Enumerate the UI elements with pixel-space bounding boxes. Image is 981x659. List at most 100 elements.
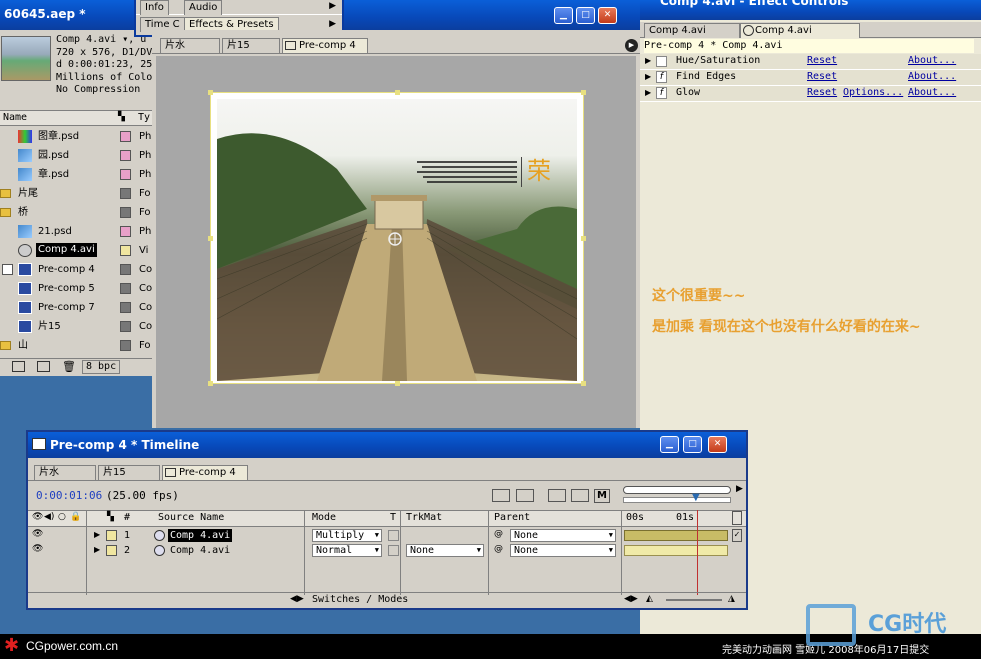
trkmat-checkbox[interactable] (388, 545, 399, 556)
list-item[interactable]: Pre-comp 7 Co (0, 298, 152, 317)
tab-timeline-pian15[interactable]: 片15 (98, 465, 160, 480)
label-swatch[interactable] (120, 226, 131, 237)
handle-tr[interactable] (581, 90, 586, 95)
layer-duration-bar[interactable] (624, 545, 728, 556)
col-t[interactable]: T (390, 512, 396, 523)
list-item[interactable]: 片15 Co (0, 317, 152, 336)
list-item[interactable]: Pre-comp 4 Co (0, 260, 152, 279)
trkmat-dropdown[interactable]: None (406, 544, 484, 557)
options-link[interactable]: Options... (843, 87, 903, 98)
parent-pickwhip-icon[interactable]: @ (494, 529, 503, 539)
maximize-button[interactable]: □ (576, 7, 595, 24)
reset-link[interactable]: Reset (807, 71, 837, 82)
current-time-indicator-head[interactable]: ▼ (692, 492, 700, 503)
comp-flowchart-icon[interactable] (492, 489, 510, 502)
zoom-arrows-icon[interactable]: ◀▶ (624, 594, 638, 604)
palette-menu-icon[interactable]: ▶ (329, 19, 336, 29)
close-button[interactable]: ✕ (598, 7, 617, 24)
effect-row[interactable]: ▶ Hue/Saturation Reset About... (640, 54, 981, 70)
list-item[interactable]: 片尾 Fo (0, 184, 152, 203)
col-trkmat[interactable]: TrkMat (406, 512, 442, 523)
tab-timeline-pianshui[interactable]: 片水 (34, 465, 96, 480)
label-swatch[interactable] (120, 321, 131, 332)
expand-arrow-icon[interactable]: ▶ (94, 545, 100, 554)
effect-row[interactable]: ▶ f Glow Reset Options... About... (640, 86, 981, 102)
palette-row-info[interactable]: Info Audio ▶ (136, 0, 342, 15)
list-item[interactable]: 桥 Fo (0, 203, 152, 222)
lock-column-icon[interactable]: 🔒 (70, 512, 81, 522)
layer-row[interactable]: 👁 ▶ 2 Comp 4.avi Normal None @ None (28, 543, 746, 558)
bpc-button[interactable]: 8 bpc (82, 360, 121, 374)
close-button[interactable]: ✕ (708, 436, 727, 453)
parent-dropdown[interactable]: None (510, 529, 616, 542)
checkbox[interactable] (2, 264, 13, 275)
label-swatch[interactable] (120, 131, 131, 142)
draft-3d-icon[interactable] (548, 489, 566, 502)
list-item[interactable]: 21.psd Ph (0, 222, 152, 241)
frame-blend-icon[interactable] (571, 489, 589, 502)
col-source-name[interactable]: Source Name (158, 512, 224, 523)
fx-toggle[interactable] (656, 56, 667, 67)
handle-ml[interactable] (208, 236, 213, 241)
tab-timeline-precomp4[interactable]: Pre-comp 4 (162, 465, 248, 480)
list-item[interactable]: 图章.psd Ph (0, 127, 152, 146)
folder-button-icon[interactable] (12, 361, 25, 372)
eye-icon[interactable]: 👁 (32, 544, 43, 554)
tab-effect-comp4-1[interactable]: Comp 4.avi (644, 23, 740, 38)
mode-dropdown[interactable]: Multiply (312, 529, 382, 542)
layer-label-swatch[interactable] (106, 545, 117, 556)
expand-arrow-icon[interactable]: ▶ (645, 72, 651, 81)
list-item[interactable]: 园.psd Ph (0, 146, 152, 165)
minimize-button[interactable]: ▁ (554, 7, 573, 24)
col-parent[interactable]: Parent (494, 512, 530, 523)
label-swatch[interactable] (120, 169, 131, 180)
reset-link[interactable]: Reset (807, 55, 837, 66)
live-update-icon[interactable] (516, 489, 534, 502)
label-swatch[interactable] (120, 150, 131, 161)
about-link[interactable]: About... (908, 87, 956, 98)
fx-toggle[interactable]: f (656, 87, 667, 99)
layer-duration-bar[interactable] (624, 530, 728, 541)
motion-blur-button[interactable]: M (594, 489, 610, 503)
trash-icon[interactable]: 🗑 (62, 360, 76, 373)
label-swatch[interactable] (120, 245, 131, 256)
audio-column-icon[interactable]: ◀) (44, 512, 54, 522)
layer-row[interactable]: 👁 ▶ 1 Comp 4.avi Multiply @ None ✓ (28, 528, 746, 543)
handle-tm[interactable] (395, 90, 400, 95)
expand-arrow-icon[interactable]: ▶ (94, 530, 100, 539)
eye-column-icon[interactable]: 👁 (32, 512, 43, 522)
parent-dropdown[interactable]: None (510, 544, 616, 557)
col-label-icon[interactable]: ▚ (118, 112, 125, 122)
trkmat-checkbox[interactable] (388, 530, 399, 541)
maximize-button[interactable]: □ (683, 436, 702, 453)
expand-arrow-icon[interactable]: ▶ (645, 56, 651, 65)
reset-link[interactable]: Reset (807, 87, 837, 98)
tab-info[interactable]: Info (140, 0, 169, 15)
handle-br[interactable] (581, 381, 586, 386)
fx-toggle[interactable]: f (656, 71, 667, 83)
switches-modes-toggle[interactable]: Switches / Modes (312, 594, 408, 605)
ruler-01s[interactable]: 01s (676, 512, 694, 523)
handle-bl[interactable] (208, 381, 213, 386)
list-item[interactable]: 章.psd Ph (0, 165, 152, 184)
label-swatch[interactable] (120, 207, 131, 218)
tab-comp-pian15[interactable]: 片15 (222, 38, 280, 53)
timecode[interactable]: 0:00:01:06 (36, 489, 102, 502)
work-area-bar[interactable] (623, 497, 731, 503)
expand-panes-icon[interactable]: ◀▶ (290, 594, 304, 604)
solo-column-icon[interactable]: ○ (58, 512, 66, 522)
expand-arrow-icon[interactable]: ▶ (645, 88, 651, 97)
col-type[interactable]: Ty (138, 112, 150, 123)
zoom-in-icon[interactable]: ◮ (728, 594, 735, 604)
label-column-icon[interactable]: ▚ (107, 512, 114, 522)
handle-tl[interactable] (208, 90, 213, 95)
label-swatch[interactable] (120, 188, 131, 199)
col-mode[interactable]: Mode (312, 512, 336, 523)
layer-label-swatch[interactable] (106, 530, 117, 541)
viewer-menu-icon[interactable]: ▶ (625, 39, 638, 52)
comp-frame[interactable]: 荣 (208, 90, 586, 386)
time-navigator[interactable] (623, 486, 731, 494)
palette-menu-icon[interactable]: ▶ (329, 1, 336, 11)
handle-mr[interactable] (581, 236, 586, 241)
minimize-button[interactable]: ▁ (660, 436, 679, 453)
